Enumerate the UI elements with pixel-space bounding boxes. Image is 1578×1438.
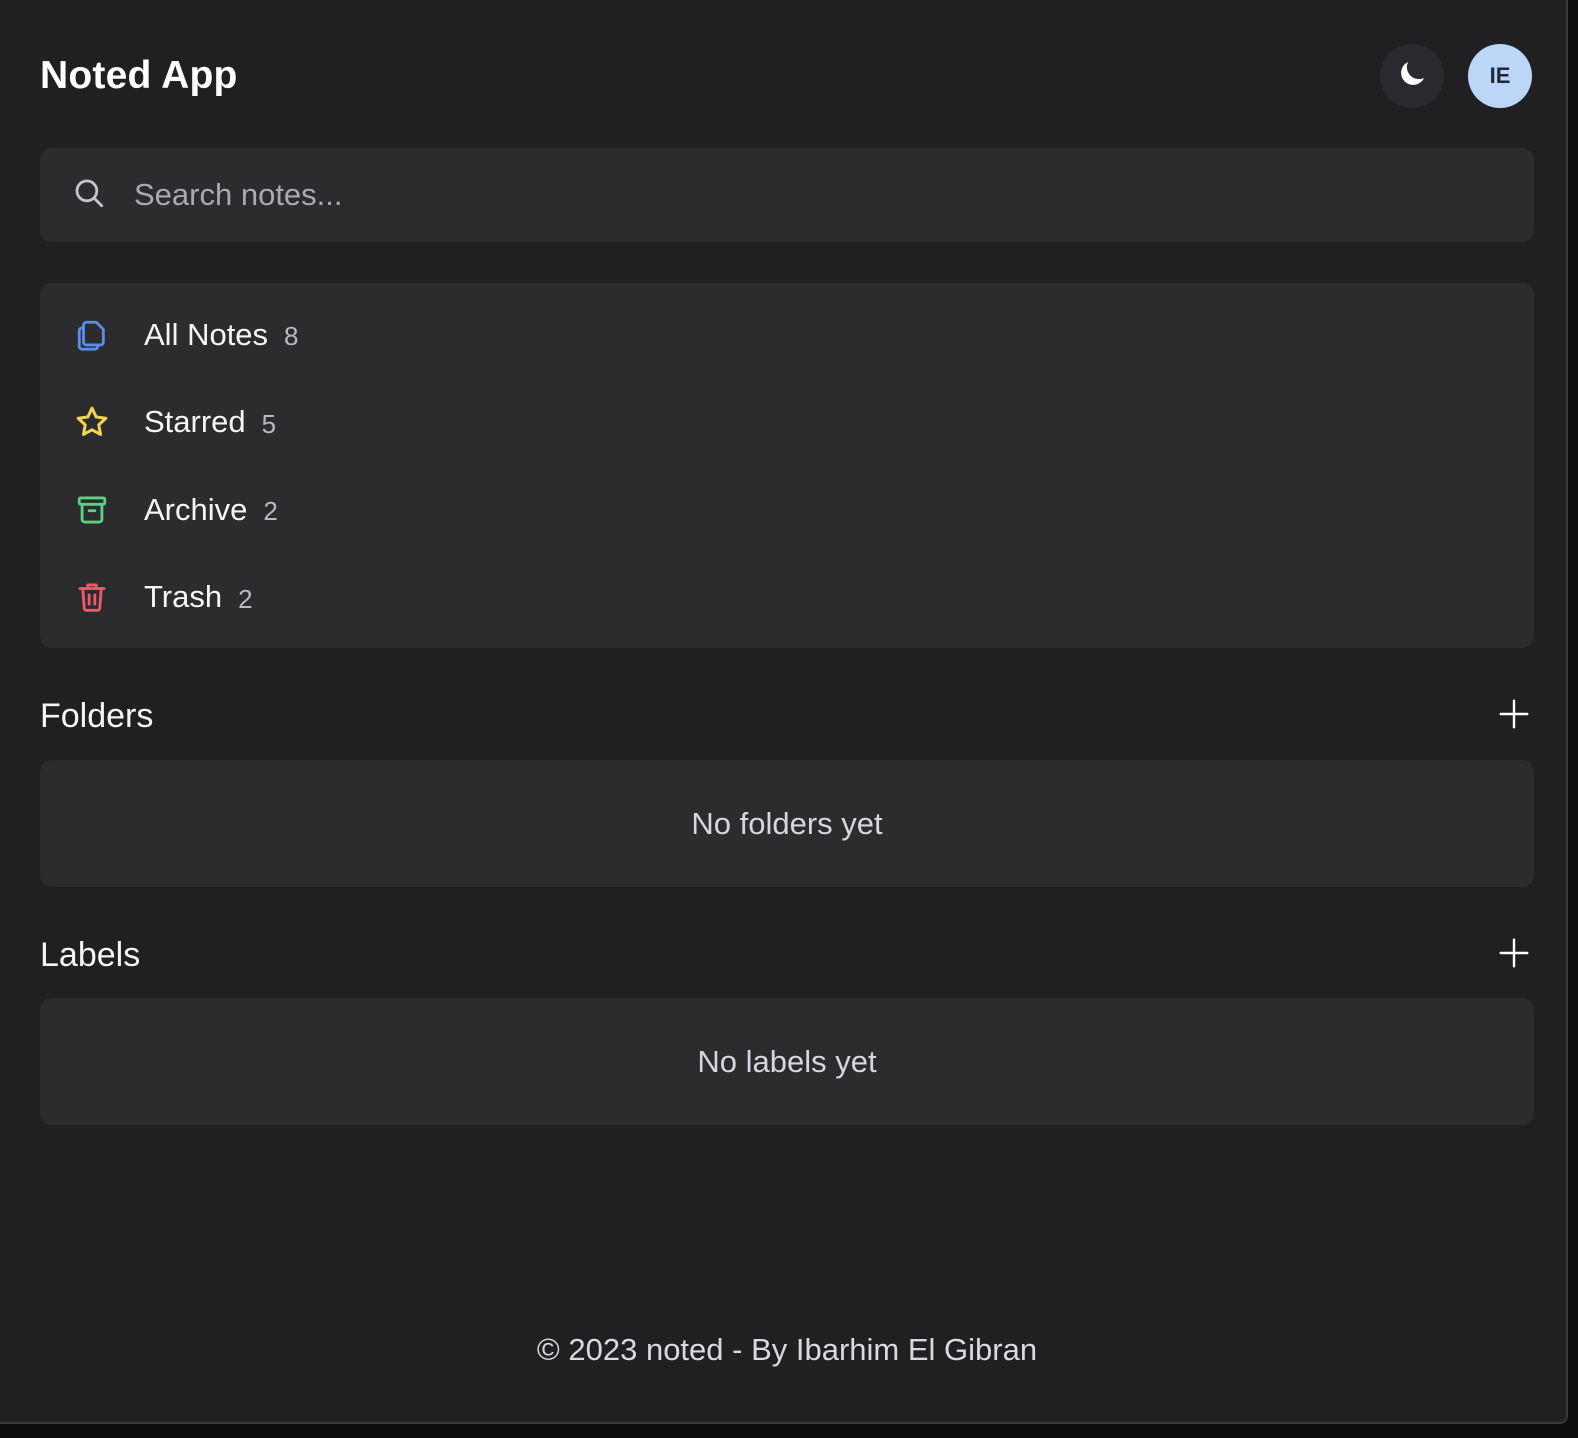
avatar[interactable]: IE <box>1468 44 1532 108</box>
footer-text: © 2023 noted - By Ibarhim El Gibran <box>536 1332 1038 1367</box>
moon-icon <box>1395 57 1429 96</box>
plus-icon <box>1498 937 1530 974</box>
header-actions: IE <box>1380 44 1532 108</box>
add-label-button[interactable] <box>1494 935 1534 975</box>
labels-title: Labels <box>40 935 141 974</box>
copy-notes-icon <box>74 317 110 353</box>
nav-item-trash[interactable]: Trash 2 <box>40 554 1534 642</box>
folders-header: Folders <box>40 691 1534 741</box>
nav-item-count: 8 <box>284 321 299 352</box>
folders-title: Folders <box>40 696 154 735</box>
nav-item-all-notes[interactable]: All Notes 8 <box>40 291 1534 379</box>
header: Noted App IE <box>40 44 1532 108</box>
nav-item-starred[interactable]: Starred 5 <box>40 379 1534 467</box>
nav-item-count: 5 <box>261 408 277 439</box>
nav-item-label: Archive <box>144 491 248 527</box>
search-bar <box>40 148 1534 242</box>
nav-item-count: 2 <box>238 583 253 614</box>
search-input[interactable] <box>134 177 1434 213</box>
avatar-initials: IE <box>1489 63 1511 88</box>
labels-header: Labels <box>40 930 1534 980</box>
plus-icon <box>1498 698 1530 735</box>
labels-empty-text: No labels yet <box>697 1043 877 1079</box>
labels-empty-state: No labels yet <box>40 998 1534 1125</box>
nav-item-label: All Notes <box>144 316 269 352</box>
folders-empty-state: No folders yet <box>40 760 1534 887</box>
add-folder-button[interactable] <box>1494 696 1534 736</box>
nav-item-archive[interactable]: Archive 2 <box>40 466 1534 554</box>
search-icon <box>72 176 106 215</box>
app-title: Noted App <box>40 54 238 97</box>
trash-icon <box>74 579 110 615</box>
nav-menu: All Notes 8 Starred 5 Archive 2 Trash 2 <box>40 283 1534 648</box>
sidebar-panel: Noted App IE Search notes... All Notes 8… <box>0 0 1568 1424</box>
theme-toggle-button[interactable] <box>1380 44 1444 108</box>
star-icon <box>74 404 110 440</box>
nav-item-count: 2 <box>263 496 278 527</box>
nav-item-label: Trash <box>144 579 223 615</box>
nav-item-label: Starred <box>144 404 246 440</box>
archive-icon <box>74 492 110 528</box>
folders-empty-text: No folders yet <box>691 805 883 841</box>
